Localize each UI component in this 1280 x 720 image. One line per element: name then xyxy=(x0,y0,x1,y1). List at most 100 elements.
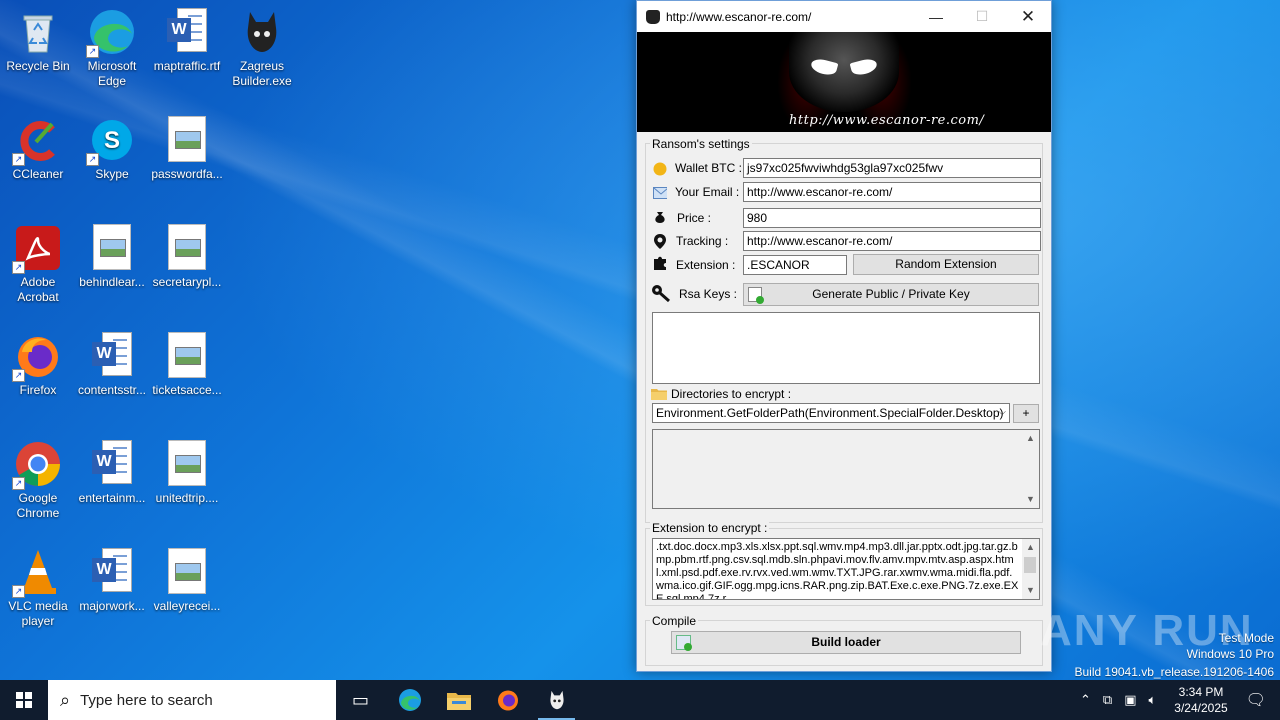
desktop-icon-file[interactable]: ticketsacce... xyxy=(149,332,225,398)
ccleaner-icon: ↗ xyxy=(12,116,62,166)
keys-icon xyxy=(651,284,671,302)
directory-list-scrollbar[interactable]: ▲ ▼ xyxy=(1022,430,1039,508)
word-document-icon: W xyxy=(88,440,136,488)
search-icon: ⌕ xyxy=(60,689,71,710)
desktop-icon-file[interactable]: W entertainm... xyxy=(74,440,150,506)
scroll-down-icon[interactable]: ▼ xyxy=(1022,582,1039,599)
word-document-icon: W xyxy=(88,332,136,380)
add-directory-button[interactable]: + xyxy=(1013,404,1039,423)
wallet-input[interactable]: js97xc025fwviwhdg53gla97xc025fwv xyxy=(743,158,1041,178)
windows-logo-icon xyxy=(16,692,32,708)
minimize-icon[interactable]: — xyxy=(913,1,959,32)
extensions-scrollbar[interactable]: ▲ ▼ xyxy=(1022,539,1039,599)
taskbar-edge-icon[interactable] xyxy=(385,680,434,720)
desktop-icon-ccleaner[interactable]: ↗ CCleaner xyxy=(0,116,76,182)
scroll-up-icon[interactable]: ▲ xyxy=(1022,430,1039,447)
price-label: Price : xyxy=(677,211,712,225)
device-icon[interactable]: ⧉ xyxy=(1103,692,1112,708)
desktop-icon-label: Google Chrome xyxy=(16,491,60,520)
test-mode-text: Test Mode xyxy=(1218,631,1274,645)
clock-time: 3:34 PM xyxy=(1178,685,1224,699)
desktop-icon-zagreus-builder[interactable]: Zagreus Builder.exe xyxy=(224,8,300,89)
desktop-icon-label: unitedtrip.... xyxy=(155,491,219,505)
desktop-icon-file[interactable]: unitedtrip.... xyxy=(149,440,225,506)
skype-icon: S ↗ xyxy=(86,116,136,166)
notifications-icon[interactable]: 🗨︎ xyxy=(1246,690,1266,710)
new-document-icon xyxy=(748,287,764,304)
taskbar: ⌕ Type here to search ▭ ⌃ ⧉ ▣ 🔈︎ 3:34 PM… xyxy=(0,680,1280,720)
extensions-textarea[interactable]: .txt.doc.docx.mp3.xls.xlsx.ppt.sql.wmv.m… xyxy=(652,538,1040,600)
desktop-icon-firefox[interactable]: ↗ Firefox xyxy=(0,332,76,398)
tracking-input[interactable]: http://www.escanor-re.com/ xyxy=(743,231,1041,251)
desktop-icon-file[interactable]: valleyrecei... xyxy=(149,548,225,614)
desktop-icon-label: VLC media player xyxy=(8,599,68,628)
email-label: Your Email : xyxy=(675,185,740,199)
shortcut-arrow-icon: ↗ xyxy=(12,585,25,598)
desktop-icon-label: maptraffic.rtf xyxy=(153,59,221,73)
price-input[interactable]: 980 xyxy=(743,208,1041,228)
shortcut-arrow-icon: ↗ xyxy=(12,369,25,382)
chevron-down-icon[interactable]: ⌵ xyxy=(998,404,1006,422)
system-tray: ⌃ ⧉ ▣ 🔈︎ 3:34 PM 3/24/2025 🗨︎ xyxy=(1074,680,1280,720)
scroll-thumb[interactable] xyxy=(1024,557,1036,573)
scroll-down-icon[interactable]: ▼ xyxy=(1022,491,1039,508)
desktop-icon-google-chrome[interactable]: ↗ Google Chrome xyxy=(0,440,76,521)
desktop-icon-adobe-acrobat[interactable]: ↗ Adobe Acrobat xyxy=(0,224,76,305)
window-titlebar[interactable]: http://www.escanor-re.com/ — ☐ ✕ xyxy=(637,1,1051,32)
shortcut-arrow-icon: ↗ xyxy=(86,45,99,58)
desktop-icon-microsoft-edge[interactable]: ↗ Microsoft Edge xyxy=(74,8,150,89)
desktop-icon-label: entertainm... xyxy=(78,491,146,505)
desktop-icon-file[interactable]: W contentsstr... xyxy=(74,332,150,398)
firefox-icon: ↗ xyxy=(12,332,62,382)
desktop-icon-file[interactable]: secretarypl... xyxy=(149,224,225,290)
taskbar-file-explorer-icon[interactable] xyxy=(434,680,483,720)
volume-icon[interactable]: 🔈︎ xyxy=(1148,692,1156,708)
desktop-icon-recycle-bin[interactable]: Recycle Bin xyxy=(0,8,76,74)
close-icon[interactable]: ✕ xyxy=(1005,1,1051,32)
desktop-icon-file[interactable]: behindlear... xyxy=(74,224,150,290)
scroll-up-icon[interactable]: ▲ xyxy=(1022,539,1039,556)
email-input[interactable]: http://www.escanor-re.com/ xyxy=(743,182,1041,202)
desktop-icon-label: Adobe Acrobat xyxy=(17,275,59,304)
desktop-icon-file[interactable]: passwordfa... xyxy=(149,116,225,182)
desktop-icon-label: Recycle Bin xyxy=(6,59,70,73)
rsa-keys-label: Rsa Keys : xyxy=(679,287,738,301)
tracking-label: Tracking : xyxy=(676,234,729,248)
banner-image: http://www.escanor-re.com/ xyxy=(637,32,1051,132)
desktop-icon-file[interactable]: W maptraffic.rtf xyxy=(149,8,225,74)
shortcut-arrow-icon: ↗ xyxy=(86,153,99,166)
task-view-icon[interactable]: ▭ xyxy=(336,680,385,720)
network-icon[interactable]: ▣ xyxy=(1124,692,1136,708)
desktop-icon-label: passwordfa... xyxy=(151,167,223,181)
shortcut-arrow-icon: ↗ xyxy=(12,261,25,274)
chrome-icon: ↗ xyxy=(12,440,62,490)
random-extension-button[interactable]: Random Extension xyxy=(853,254,1039,275)
window-title: http://www.escanor-re.com/ xyxy=(666,9,812,24)
adobe-acrobat-icon: ↗ xyxy=(12,224,62,274)
svg-text:S: S xyxy=(104,127,120,154)
taskbar-builder-app-icon[interactable] xyxy=(532,680,581,720)
rsa-key-output[interactable] xyxy=(652,312,1040,384)
desktop-icon-skype[interactable]: S ↗ Skype xyxy=(74,116,150,182)
desktop-icon-file[interactable]: W majorwork... xyxy=(74,548,150,614)
show-hidden-icons-icon[interactable]: ⌃ xyxy=(1080,692,1091,708)
vlc-icon: ↗ xyxy=(12,548,62,598)
desktop-icon-vlc[interactable]: ↗ VLC media player xyxy=(0,548,76,629)
image-file-icon xyxy=(163,224,211,272)
taskbar-firefox-icon[interactable] xyxy=(483,680,532,720)
folder-icon xyxy=(651,387,667,400)
start-button[interactable] xyxy=(0,680,48,720)
ransom-settings-label: Ransom's settings xyxy=(650,137,752,151)
taskbar-search[interactable]: ⌕ Type here to search xyxy=(48,680,336,720)
skull-mask-icon xyxy=(789,32,899,112)
desktop-icon-label: Firefox xyxy=(19,383,57,397)
extension-input[interactable]: .ESCANOR xyxy=(743,255,847,275)
directory-list[interactable]: ▲ ▼ xyxy=(652,429,1040,509)
maximize-icon[interactable]: ☐ xyxy=(959,1,1005,32)
desktop-icon-label: CCleaner xyxy=(12,167,64,181)
directory-select[interactable]: Environment.GetFolderPath(Environment.Sp… xyxy=(652,403,1010,423)
desktop-icon-label: majorwork... xyxy=(79,599,145,613)
build-loader-button[interactable]: Build loader xyxy=(671,631,1021,654)
clock[interactable]: 3:34 PM 3/24/2025 xyxy=(1174,684,1227,716)
generate-keys-button[interactable]: Generate Public / Private Key xyxy=(743,283,1039,306)
